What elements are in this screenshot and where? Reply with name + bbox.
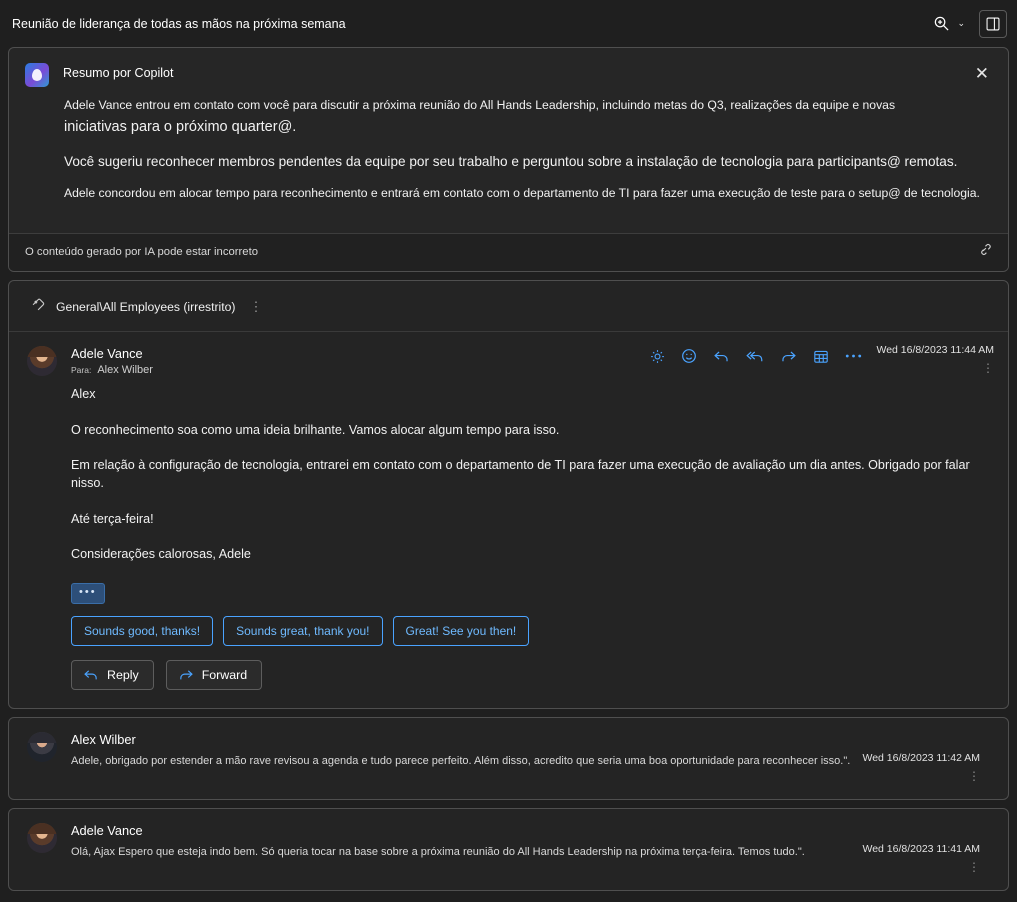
more-vertical-icon[interactable]: ⋮ [862, 860, 980, 874]
message-paragraph: Até terça-feira! [71, 511, 154, 526]
more-vertical-icon[interactable]: ⋮ [876, 361, 994, 375]
copilot-header: Resumo por Copilot ✕ [9, 48, 1008, 91]
highlight-icon[interactable] [650, 349, 665, 364]
close-icon[interactable]: ✕ [970, 62, 994, 85]
collapsed-message[interactable]: Adele Vance Olá, Ajax Espero que esteja … [8, 807, 1009, 891]
suggested-reply-3[interactable]: Great! See you then! [392, 615, 530, 646]
reply-button-label: Reply [107, 667, 139, 682]
message-preview: Olá, Ajax Espero que esteja indo bem. Só… [71, 845, 805, 858]
message-timestamp-column: Wed 16/8/2023 11:41 AM ⋮ [862, 823, 994, 874]
suggested-replies: Sounds good, thanks! Sounds great, thank… [9, 604, 1008, 646]
sender-block: Adele Vance Para: Alex Wilber [71, 346, 650, 376]
sensitivity-label-icon [31, 297, 46, 317]
message-card: General\All Employees (irrestrito) ⋮ Ade… [8, 280, 1009, 709]
message-timestamp-column: Wed 16/8/2023 11:44 AM ⋮ [876, 332, 1008, 376]
forward-button[interactable]: Forward [165, 659, 263, 690]
forward-button-label: Forward [201, 667, 248, 682]
avatar[interactable] [27, 822, 57, 853]
sensitivity-label-row: General\All Employees (irrestrito) ⋮ [9, 281, 1008, 333]
suggested-reply-2[interactable]: Sounds great, thank you! [223, 615, 383, 646]
message-action-bar [650, 346, 862, 364]
message-body: Alex O reconhecimento soa como uma ideia… [9, 376, 1008, 604]
ai-disclaimer: O conteúdo gerado por IA pode estar inco… [25, 246, 258, 259]
sensitivity-label-text: General\All Employees (irrestrito) [56, 300, 236, 315]
sender-block: Adele Vance Olá, Ajax Espero que esteja … [71, 823, 862, 859]
zoom-in-icon[interactable] [927, 10, 955, 38]
chevron-down-icon[interactable]: ⌄ [957, 19, 965, 28]
message-paragraph: Em relação à configuração de tecnologia,… [71, 458, 970, 490]
title-bar: Reunião de liderança de todas as mãos na… [0, 0, 1017, 47]
more-vertical-icon[interactable]: ⋮ [862, 769, 980, 783]
sender-name: Alex Wilber [71, 731, 136, 747]
sender-block: Alex Wilber Adele, obrigado por estender… [71, 732, 862, 768]
email-reading-pane: Reunião de liderança de todas as mãos na… [0, 0, 1017, 902]
message-timestamp: Wed 16/8/2023 11:41 AM [862, 842, 980, 855]
more-actions-icon[interactable] [845, 353, 862, 359]
reply-icon [83, 668, 99, 682]
avatar[interactable] [27, 346, 57, 377]
sender-name: Adele Vance [71, 822, 143, 838]
more-vertical-icon[interactable]: ⋮ [249, 299, 263, 315]
collapsed-message[interactable]: Alex Wilber Adele, obrigado por estender… [8, 716, 1009, 800]
email-subject: Reunião de liderança de todas as mãos na… [12, 16, 346, 31]
message-timestamp-column: Wed 16/8/2023 11:42 AM ⋮ [862, 732, 994, 783]
copilot-paragraph: Você sugeriu reconhecer membros pendente… [64, 153, 958, 169]
recipient-name: Alex Wilber [97, 364, 153, 377]
message-paragraph: Considerações calorosas, Adele [71, 547, 251, 562]
message-paragraph: O reconhecimento soa como uma ideia bril… [71, 422, 560, 437]
feedback-link-icon[interactable] [977, 242, 992, 262]
titlebar-actions: ⌄ [927, 9, 1007, 38]
copilot-icon [25, 63, 49, 87]
message-timestamp: Wed 16/8/2023 11:42 AM [862, 751, 980, 764]
suggested-reply-1[interactable]: Sounds good, thanks! [71, 615, 214, 646]
message-header: Adele Vance Para: Alex Wilber [9, 332, 876, 377]
sender-name: Adele Vance [71, 346, 143, 362]
to-keyword: Para: [71, 365, 92, 376]
message-preview: Adele, obrigado por estender a mão rave … [71, 754, 851, 767]
emoji-reaction-icon[interactable] [681, 348, 697, 364]
calendar-icon[interactable] [813, 349, 829, 364]
copilot-paragraph: iniciativas para o próximo quarter@. [64, 118, 297, 135]
copilot-paragraph: Adele Vance entrou em contato com você p… [64, 98, 896, 112]
copilot-summary-text: Adele Vance entrou em contato com você p… [9, 91, 1008, 233]
reply-icon[interactable] [713, 349, 730, 364]
expand-quoted-text-button[interactable]: ••• [71, 582, 105, 604]
copilot-summary-card: Resumo por Copilot ✕ Adele Vance entrou … [8, 47, 1009, 273]
copilot-paragraph: Adele concordou em alocar tempo para rec… [64, 186, 980, 201]
copilot-title: Resumo por Copilot [63, 66, 174, 80]
message-paragraph: Alex [71, 387, 96, 402]
reply-button[interactable]: Reply [71, 659, 154, 690]
message-timestamp: Wed 16/8/2023 11:44 AM [876, 344, 994, 357]
reply-actions: Reply Forward [9, 646, 1008, 708]
copilot-footer: O conteúdo gerado por IA pode estar inco… [9, 233, 1008, 272]
forward-icon [178, 668, 194, 682]
open-in-new-window-icon[interactable] [979, 9, 1007, 38]
avatar[interactable] [27, 731, 57, 762]
recipient-line: Para: Alex Wilber [71, 364, 650, 376]
forward-icon[interactable] [780, 349, 797, 364]
reply-all-icon[interactable] [746, 349, 764, 364]
zoom-control[interactable]: ⌄ [927, 10, 965, 38]
